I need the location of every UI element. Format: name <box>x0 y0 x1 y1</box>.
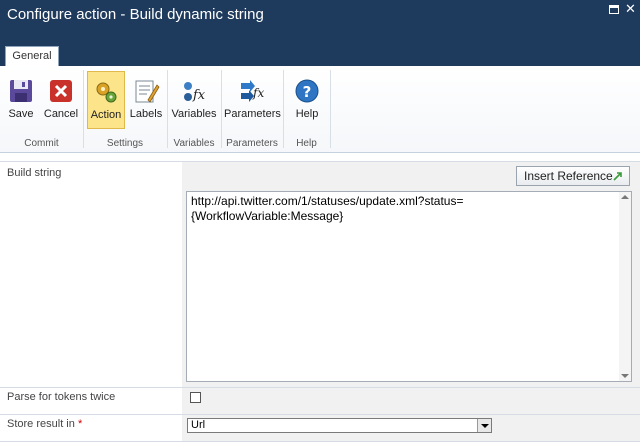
labels-button[interactable]: Labels <box>128 71 164 129</box>
action-gear-icon <box>96 82 117 103</box>
ribbon: Save Cancel Commit Action Labels Setting… <box>0 66 640 153</box>
form-area: Build string Insert Reference http://api… <box>0 153 640 444</box>
variables-fx-icon: fx <box>184 82 206 103</box>
ribbon-separator <box>330 70 331 148</box>
variables-button[interactable]: fx Variables <box>170 71 218 129</box>
insert-arrow-icon <box>613 172 622 181</box>
row-divider <box>0 441 640 442</box>
textarea-scrollbar[interactable] <box>619 192 631 381</box>
variables-label: Variables <box>171 108 217 120</box>
cancel-icon <box>50 80 72 102</box>
row-divider <box>0 161 640 162</box>
parse-tokens-label: Parse for tokens twice <box>7 391 116 403</box>
build-string-label: Build string <box>7 167 62 179</box>
row-divider <box>0 414 640 415</box>
parameters-label: Parameters <box>224 108 281 120</box>
parse-tokens-value-cell <box>182 388 640 414</box>
row-divider <box>0 387 640 388</box>
group-label-parameters: Parameters <box>226 138 278 149</box>
save-label: Save <box>8 108 34 120</box>
scroll-down-icon[interactable] <box>621 374 629 378</box>
ribbon-group-settings: Action Labels Settings <box>84 66 166 152</box>
dialog-title: Configure action - Build dynamic string <box>7 6 264 23</box>
ribbon-group-help: ? Help Help <box>284 66 329 152</box>
ribbon-group-variables: fx Variables Variables <box>168 66 220 152</box>
insert-reference-button[interactable]: Insert Reference <box>516 166 630 186</box>
store-result-label-text: Store result in <box>7 418 75 430</box>
insert-reference-label: Insert Reference <box>524 169 613 183</box>
store-result-selected-value: Url <box>191 419 206 431</box>
build-string-line-2: {WorkflowVariable:Message} <box>191 209 344 223</box>
build-string-textarea[interactable]: http://api.twitter.com/1/statuses/update… <box>186 191 632 382</box>
close-icon[interactable]: ✕ <box>625 2 636 15</box>
action-button[interactable]: Action <box>87 71 125 129</box>
tab-general[interactable]: General <box>5 46 59 66</box>
cancel-button[interactable]: Cancel <box>42 71 80 129</box>
ribbon-group-commit: Save Cancel Commit <box>0 66 83 152</box>
parse-tokens-checkbox[interactable] <box>190 392 201 403</box>
ribbon-tabstrip: General <box>0 42 640 66</box>
store-result-label: Store result in * <box>7 418 82 430</box>
dialog-titlebar: Configure action - Build dynamic string … <box>0 0 640 42</box>
build-string-line-1: http://api.twitter.com/1/statuses/update… <box>191 194 464 208</box>
store-result-select[interactable]: Url <box>187 418 492 433</box>
cancel-label: Cancel <box>43 108 79 120</box>
parameters-button[interactable]: fx Parameters <box>224 71 281 129</box>
parameters-fx-icon: fx <box>241 80 264 102</box>
group-label-settings: Settings <box>106 138 144 149</box>
ribbon-group-parameters: fx Parameters Parameters <box>222 66 282 152</box>
labels-label: Labels <box>129 108 163 120</box>
help-button[interactable]: ? Help <box>287 71 327 129</box>
svg-text:?: ? <box>303 83 312 101</box>
scroll-up-icon[interactable] <box>621 195 629 199</box>
save-icon <box>10 80 32 102</box>
group-label-help: Help <box>296 138 317 149</box>
svg-text:fx: fx <box>252 86 264 100</box>
maximize-icon[interactable] <box>609 5 619 14</box>
help-label: Help <box>295 108 319 120</box>
chevron-down-icon[interactable] <box>477 419 491 432</box>
help-icon: ? <box>295 79 319 103</box>
labels-icon <box>135 80 160 103</box>
group-label-commit: Commit <box>24 138 59 149</box>
group-label-variables: Variables <box>173 138 215 149</box>
action-label: Action <box>90 109 122 121</box>
save-button[interactable]: Save <box>2 71 40 129</box>
svg-text:fx: fx <box>192 88 206 103</box>
required-marker: * <box>77 418 83 430</box>
